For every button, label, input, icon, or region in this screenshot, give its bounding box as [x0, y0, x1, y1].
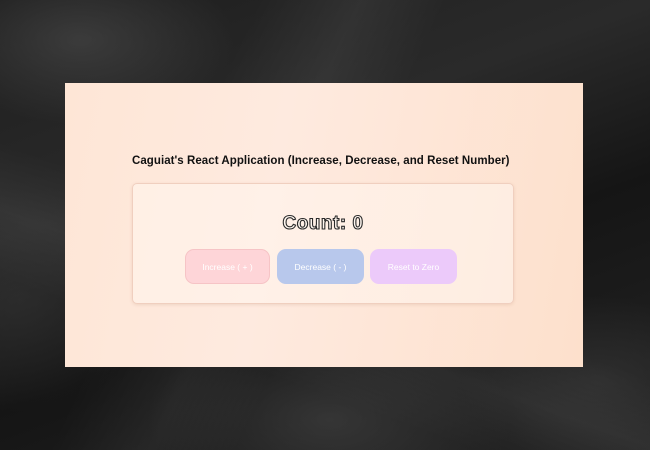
- app-panel: Caguiat's React Application (Increase, D…: [65, 83, 583, 367]
- page-title: Caguiat's React Application (Increase, D…: [132, 155, 510, 167]
- counter-card: Count: 0 Increase ( + ) Decrease ( - ) R…: [132, 183, 514, 304]
- count-display: Count: 0: [282, 212, 364, 234]
- increase-button[interactable]: Increase ( + ): [185, 249, 270, 284]
- decrease-button[interactable]: Decrease ( - ): [277, 249, 364, 284]
- reset-button[interactable]: Reset to Zero: [370, 249, 457, 284]
